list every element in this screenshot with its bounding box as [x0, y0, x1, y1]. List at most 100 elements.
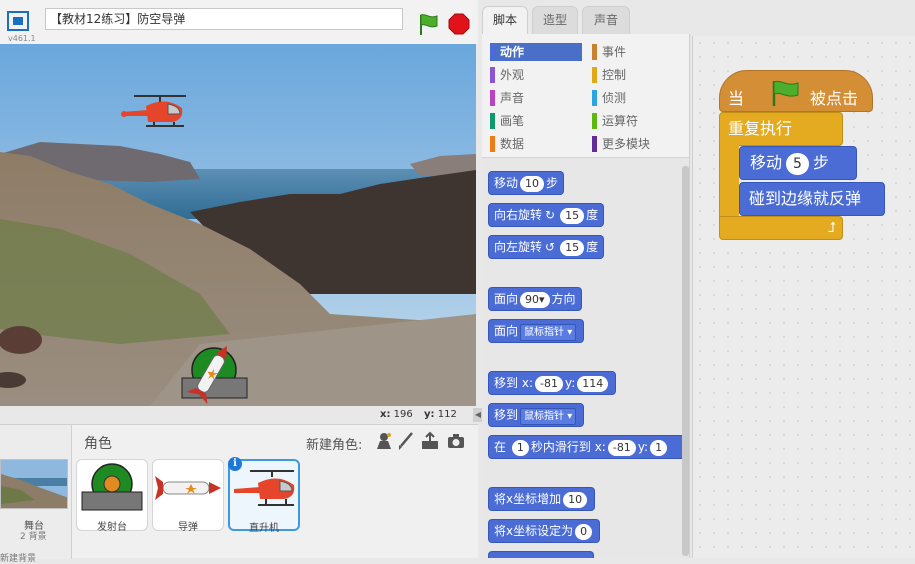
category-pen[interactable]: 画笔 [490, 112, 582, 130]
palette-scrollbar[interactable] [682, 166, 689, 556]
sprites-heading: 角色 [84, 436, 112, 452]
sprite-name: 直升机 [249, 523, 279, 534]
green-flag-icon [772, 80, 799, 106]
sprite-name: 导弹 [178, 522, 198, 533]
stage-backdrop-count: 2 背景 [20, 532, 47, 542]
block-input[interactable]: -81 [535, 376, 563, 392]
block-input[interactable]: 114 [577, 376, 609, 392]
move-steps-input[interactable]: 5 [786, 153, 809, 175]
block-input[interactable]: 0 [575, 524, 593, 540]
mouse-y-value: 112 [437, 409, 457, 420]
script-bounce-block[interactable]: 碰到边缘就反弹 [739, 182, 885, 216]
sprite-tile-helicopter[interactable]: i 直升机 [228, 457, 300, 534]
green-flag-icon[interactable] [416, 12, 440, 36]
script-move-block[interactable]: 移动 5 步 [739, 146, 857, 180]
stop-icon[interactable] [448, 13, 470, 35]
forever-arm [719, 144, 739, 216]
block-goto-xy[interactable]: 移到 x: -81 y: 114 [488, 371, 617, 395]
script-area[interactable]: 当 被点击 重复执行 ⮥ 移动 5 步 碰到边缘就反弹 [692, 36, 915, 558]
version-label: v461.1 [8, 34, 36, 43]
block-input[interactable]: 90▾ [520, 292, 550, 308]
block-point-direction[interactable]: 面向 90▾ 方向 [488, 287, 582, 311]
block-dropdown[interactable]: 鼠标指针 ▾ [520, 324, 577, 341]
helicopter-thumbnail [234, 470, 295, 506]
block-label: 方向 [551, 292, 576, 306]
tab-costumes[interactable]: 造型 [532, 6, 578, 34]
block-change-x[interactable]: 将x坐标增加 10 [488, 487, 596, 511]
move-suffix: 步 [812, 153, 829, 172]
paint-brush-icon[interactable] [396, 431, 416, 451]
move-label: 移动 [750, 153, 783, 172]
block-label: 移到 [494, 408, 519, 422]
launcher-thumbnail [81, 463, 143, 511]
block-label: 将x坐标设定为 [494, 524, 574, 538]
sprite-library-icon[interactable] [374, 431, 394, 451]
loop-arrow-icon: ⮥ [827, 220, 836, 236]
block-set-x[interactable]: 将x坐标设定为 0 [488, 519, 601, 543]
tab-scripts[interactable]: 脚本 [482, 6, 528, 35]
block-palette: 动作 外观 声音 画笔 数据 事件 控制 侦测 运算符 更多模块 移动 10 步 向… [482, 34, 690, 558]
block-label: 度 [586, 208, 599, 222]
block-move-steps[interactable]: 移动 10 步 [488, 171, 565, 195]
block-input[interactable]: 10 [563, 492, 588, 508]
block-input[interactable]: 15 [560, 208, 585, 224]
block-dropdown[interactable]: 鼠标指针 ▾ [520, 408, 577, 425]
block-goto-target[interactable]: 移到 鼠标指针 ▾ [488, 403, 585, 427]
mouse-x-value: 196 [393, 409, 413, 420]
forever-label: 重复执行 [719, 112, 843, 146]
block-label: 移到 [494, 376, 519, 390]
project-title-input[interactable]: 【教材12练习】防空导弹 [45, 8, 403, 30]
when-flag-clicked-block[interactable]: 当 被点击 [719, 70, 873, 112]
category-control[interactable]: 控制 [592, 66, 684, 84]
block-label: 向右旋转 [494, 208, 543, 222]
block-point-towards[interactable]: 面向 鼠标指针 ▾ [488, 319, 585, 343]
category-events[interactable]: 事件 [592, 43, 684, 61]
tab-sounds[interactable]: 声音 [582, 6, 630, 34]
rotate-left-icon: ↺ [545, 240, 556, 254]
block-categories: 动作 外观 声音 画笔 数据 事件 控制 侦测 运算符 更多模块 [482, 34, 689, 158]
sprite-tile-missile[interactable]: 导弹 [152, 459, 224, 533]
block-input[interactable]: 15 [560, 240, 585, 256]
block-label: 面向 [494, 324, 519, 338]
block-glide[interactable]: 在 1 秒内滑行到 x: -81 y: 1 [488, 435, 689, 459]
block-turn-left[interactable]: 向左旋转 ↺ 15 度 [488, 235, 605, 259]
stage-header: v461.1 【教材12练习】防空导弹 [0, 0, 478, 44]
sprite-tile-launcher[interactable]: 发射台 [76, 459, 148, 533]
block-label: 秒内滑行到 [530, 440, 591, 454]
sprite-pane-header: 角色 新建角色: [72, 431, 478, 453]
block-turn-right[interactable]: 向右旋转 ↻ 15 度 [488, 203, 605, 227]
category-looks[interactable]: 外观 [490, 66, 582, 84]
category-data[interactable]: 数据 [490, 135, 582, 153]
block-label: y: [564, 376, 576, 390]
block-label: x: [521, 376, 533, 390]
block-label: y: [637, 440, 649, 454]
hat-suffix: 被点击 [810, 89, 859, 108]
block-label: x: [594, 440, 606, 454]
block-input[interactable]: 1 [650, 440, 668, 456]
mouse-y-label: y: [424, 409, 435, 420]
block-partial[interactable] [488, 551, 594, 558]
camera-icon[interactable] [446, 431, 466, 451]
mouse-coordinates: x: 196 y: 112 [0, 406, 478, 424]
block-label: 面向 [494, 292, 519, 306]
stage-thumbnail[interactable] [0, 459, 68, 509]
category-more-blocks[interactable]: 更多模块 [592, 135, 684, 153]
category-sound[interactable]: 声音 [490, 89, 582, 107]
block-input[interactable]: 10 [520, 176, 545, 192]
block-label: 在 [494, 440, 507, 454]
upload-sprite-icon[interactable] [420, 431, 440, 451]
stage-canvas[interactable] [0, 44, 476, 406]
new-sprite-label: 新建角色: [306, 438, 363, 453]
stage-selector[interactable]: 舞台 2 背景 新建背景 [0, 425, 72, 564]
sprite-name: 发射台 [97, 522, 127, 533]
block-label: 移动 [494, 176, 519, 190]
block-input[interactable]: -81 [607, 440, 636, 456]
category-motion[interactable]: 动作 [490, 43, 582, 61]
block-input[interactable]: 1 [511, 440, 529, 456]
rotate-right-icon: ↻ [545, 208, 556, 222]
block-label: 度 [586, 240, 599, 254]
category-sensing[interactable]: 侦测 [592, 89, 684, 107]
category-operators[interactable]: 运算符 [592, 112, 684, 130]
fullscreen-icon[interactable] [6, 10, 30, 32]
missile-thumbnail [155, 476, 221, 500]
